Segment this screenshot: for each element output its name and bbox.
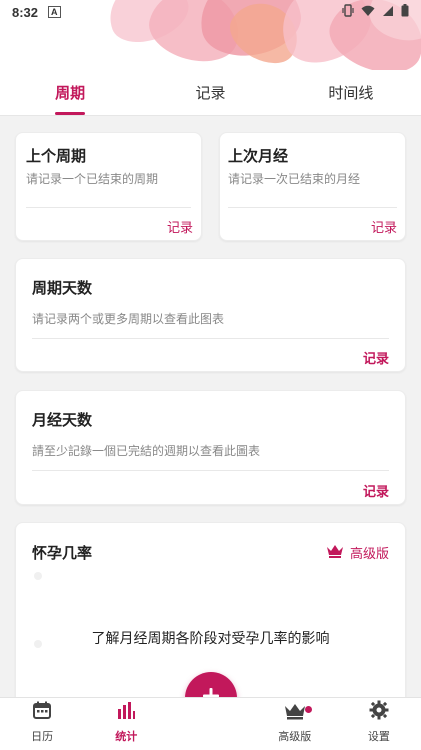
cycle-days-card[interactable]: 周期天数 请记录两个或更多周期以查看此图表 记录 — [15, 258, 406, 372]
divider — [26, 207, 191, 208]
last-cycle-card[interactable]: 上个周期 请记录一个已结束的周期 记录 — [15, 132, 202, 241]
premium-label: 高级版 — [349, 547, 389, 562]
bottom-navigation: 日历 统计 高级版 设置 — [0, 697, 421, 750]
vibrate-icon — [342, 4, 354, 20]
fertility-description: 了解月经周期各阶段对受孕几率的影响 — [91, 631, 330, 647]
tab-cycle[interactable]: 周期 — [0, 70, 140, 115]
last-period-card[interactable]: 上次月经 请记录一次已结束的月经 记录 — [219, 132, 406, 241]
battery-icon — [401, 4, 409, 20]
gear-icon — [369, 700, 389, 724]
notification-icon: A — [48, 6, 61, 18]
card-title: 月经天数 — [32, 411, 93, 429]
card-subtitle: 请记录一次已结束的月经 — [228, 172, 361, 186]
nav-statistics[interactable]: 统计 — [84, 698, 168, 750]
card-title: 周期天数 — [32, 279, 93, 297]
nav-label: 高级版 — [278, 730, 312, 743]
chart-placeholder-dot — [34, 572, 42, 580]
nav-label: 日历 — [31, 730, 54, 743]
nav-label: 统计 — [115, 730, 138, 743]
divider — [32, 470, 389, 471]
record-button[interactable]: 记录 — [371, 217, 397, 236]
card-subtitle: 請至少記錄一個已完結的週期以查看此圖表 — [32, 444, 261, 458]
crown-icon — [326, 544, 344, 562]
card-title: 上个周期 — [26, 147, 87, 165]
tab-records[interactable]: 记录 — [140, 70, 280, 115]
nav-calendar[interactable]: 日历 — [0, 698, 84, 750]
crown-icon — [284, 702, 306, 724]
bar-chart-icon — [116, 700, 136, 724]
nav-premium[interactable]: 高级版 — [253, 698, 337, 750]
record-button[interactable]: 记录 — [167, 217, 193, 236]
period-days-card[interactable]: 月经天数 請至少記錄一個已完結的週期以查看此圖表 记录 — [15, 390, 406, 505]
record-button[interactable]: 记录 — [363, 481, 389, 500]
wifi-icon — [361, 5, 375, 20]
divider — [32, 338, 389, 339]
signal-icon — [382, 5, 394, 20]
card-subtitle: 请记录一个已结束的周期 — [26, 172, 159, 186]
record-button[interactable]: 记录 — [363, 348, 389, 367]
status-bar: 8:32 A — [0, 0, 421, 24]
card-title: 怀孕几率 — [32, 544, 93, 562]
divider — [228, 207, 397, 208]
status-time: 8:32 — [12, 4, 39, 20]
card-title: 上次月经 — [228, 147, 289, 165]
card-subtitle: 请记录两个或更多周期以查看此图表 — [32, 312, 225, 326]
tab-bar: 周期 记录 时间线 — [0, 70, 421, 116]
nav-settings[interactable]: 设置 — [337, 698, 421, 750]
calendar-icon — [32, 700, 52, 724]
nav-label: 设置 — [367, 730, 390, 743]
tab-timeline[interactable]: 时间线 — [281, 70, 421, 115]
premium-tag[interactable]: 高级版 — [326, 543, 389, 562]
notification-badge — [304, 706, 312, 713]
